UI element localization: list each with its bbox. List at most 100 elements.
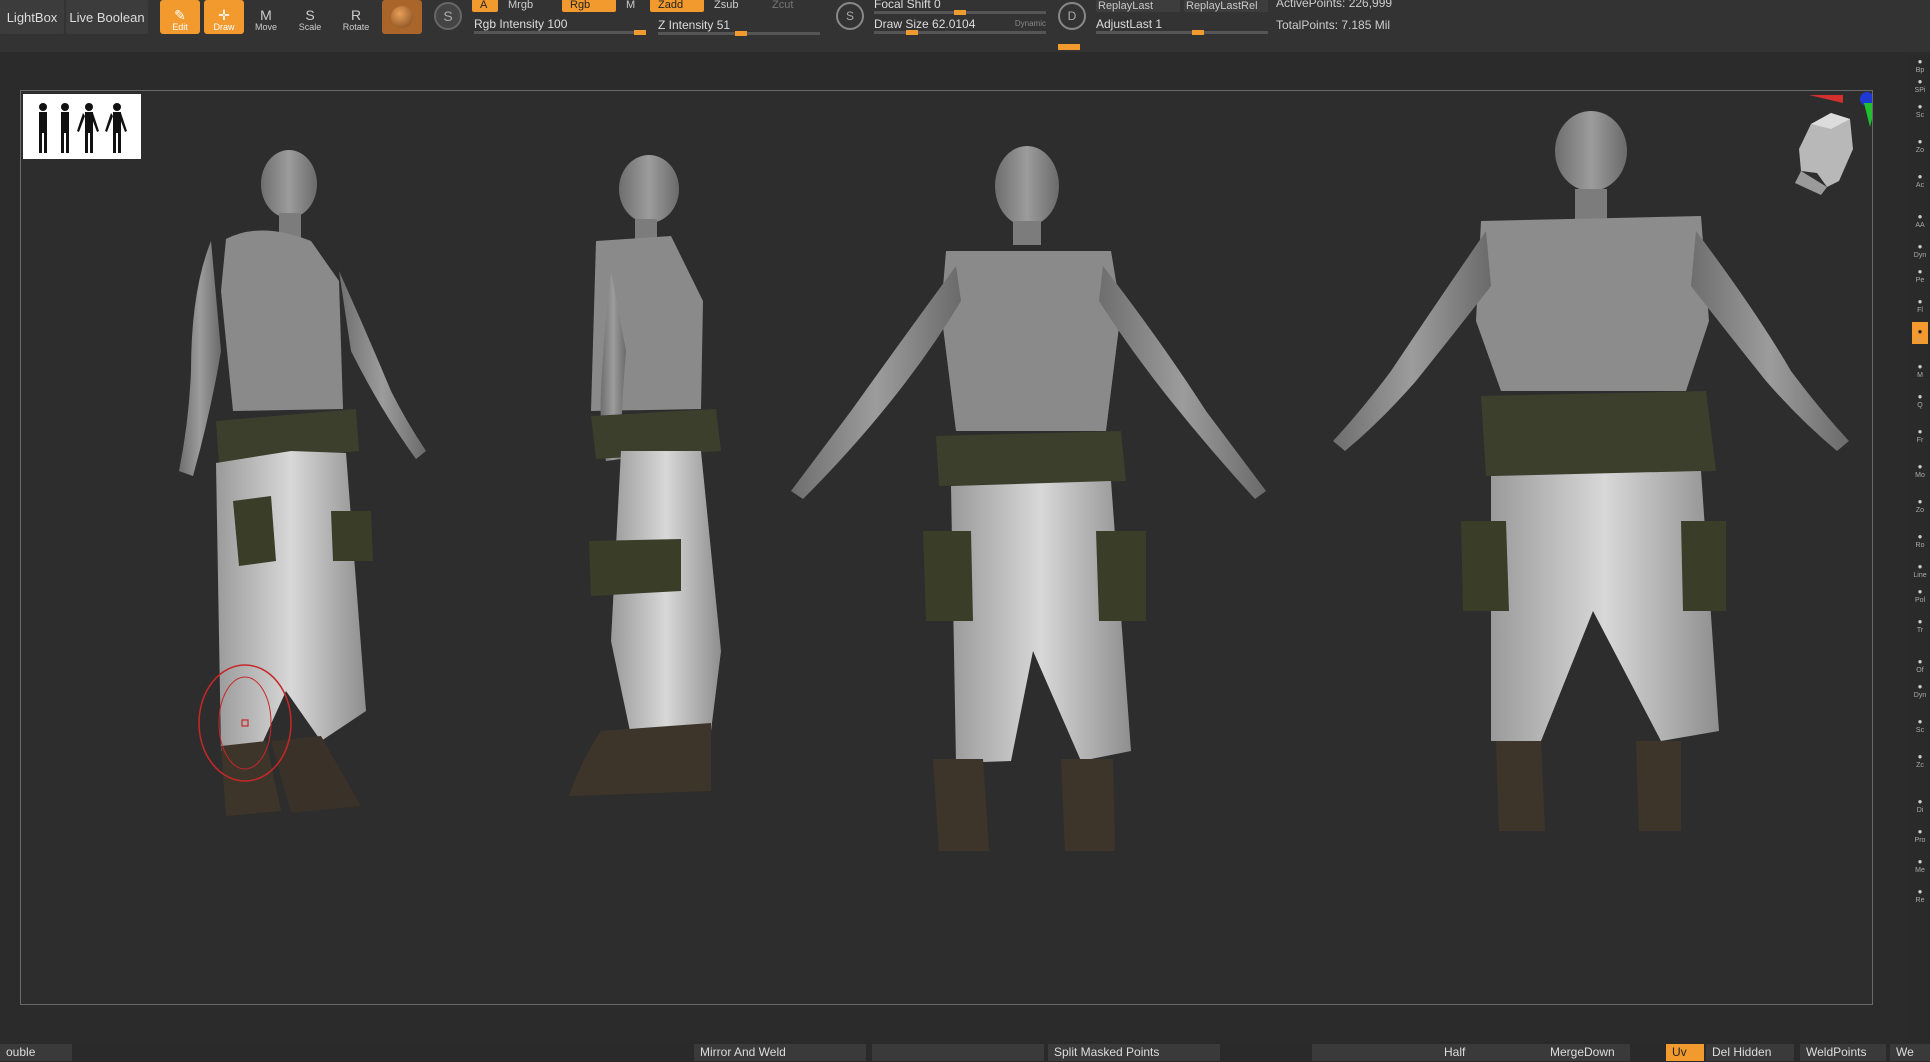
m-toggle[interactable]: M [618, 0, 644, 12]
focal-shift-slider[interactable]: Focal Shift 0 [874, 0, 1046, 15]
s-button[interactable]: S [836, 2, 864, 30]
mrgb-label: Mrgb [508, 0, 534, 11]
mrgb-toggle[interactable]: Mrgb [500, 0, 560, 12]
rail-icon: ● [1917, 427, 1923, 436]
rail-item[interactable]: ● Pe [1912, 262, 1928, 284]
rail-item[interactable]: ● Line [1912, 557, 1928, 579]
rgb-toggle[interactable]: Rgb [562, 0, 616, 12]
draw-size-thumb[interactable] [906, 30, 918, 35]
bottom-button[interactable]: Half [1438, 1044, 1544, 1061]
zcut-label: Zcut [772, 0, 794, 11]
rail-icon: ● [1917, 297, 1923, 306]
rail-item[interactable]: ● Zc [1912, 747, 1928, 769]
rotate-button[interactable]: R Rotate [338, 0, 374, 34]
a-toggle[interactable]: A [472, 0, 498, 12]
rail-icon: ● [1917, 887, 1923, 896]
rail-item[interactable]: ● Bp [1912, 52, 1928, 74]
stroke-icon[interactable]: S [434, 2, 462, 30]
focal-shift-label: Focal Shift 0 [874, 0, 941, 11]
right-shelf: ● Bp ● SPi ● Sc ● Zo ● Ac ● AA ● Dyn ● Pe ● Fl ● L ● M ● Q ● Fr ● M… [1908, 52, 1930, 1042]
bottom-button[interactable]: Uv [1666, 1044, 1704, 1061]
s-icon: S [845, 9, 854, 23]
rail-item[interactable]: ● SPi [1912, 72, 1928, 94]
edit-button[interactable]: ✎ Edit [160, 0, 200, 34]
rail-item[interactable]: ● Q [1912, 387, 1928, 409]
zcut-toggle[interactable]: Zcut [764, 0, 820, 12]
viewport-canvas[interactable] [20, 90, 1873, 1005]
scale-icon: S [305, 7, 315, 23]
model-render [23, 92, 1873, 851]
rail-icon: ● [1917, 682, 1923, 691]
bottom-button[interactable] [1312, 1044, 1438, 1061]
rail-item[interactable]: ● Tr [1912, 612, 1928, 634]
zsub-toggle[interactable]: Zsub [706, 0, 762, 12]
rail-item[interactable]: ● M [1912, 357, 1928, 379]
rail-icon: ● [1917, 562, 1923, 571]
zadd-label: Zadd [658, 0, 684, 11]
rail-item[interactable]: ● Ac [1912, 167, 1928, 189]
navigation-gizmo[interactable] [1795, 92, 1873, 195]
adjust-last-thumb[interactable] [1192, 30, 1204, 35]
bottom-button[interactable]: Mirror And Weld [694, 1044, 866, 1061]
material-sphere-icon [391, 6, 413, 28]
figure-three-quarter [179, 150, 426, 816]
rail-icon: ● [1917, 392, 1923, 401]
rail-item[interactable]: ● Dyn [1912, 237, 1928, 259]
rgb-intensity-label: Rgb Intensity 100 [474, 17, 568, 31]
rail-item[interactable]: ● Di [1912, 792, 1928, 814]
rail-item[interactable]: ● Sc [1912, 712, 1928, 734]
bottom-button[interactable] [872, 1044, 1044, 1061]
rail-item[interactable]: ● Sc [1912, 97, 1928, 119]
rail-item-label: Dyn [1913, 252, 1927, 259]
move-label: Move [254, 22, 277, 32]
replay-last-label: ReplayLast [1098, 0, 1154, 12]
rail-item[interactable]: ● Pol [1912, 582, 1928, 604]
bottom-bar: ouble Mirror And Weld Split Masked Points H… [0, 1042, 1930, 1062]
zadd-toggle[interactable]: Zadd [650, 0, 704, 12]
rail-item[interactable]: ● Dyn [1912, 677, 1928, 699]
rail-item-label: Fr [1916, 437, 1924, 444]
rail-item[interactable]: ● Fr [1912, 422, 1928, 444]
rail-item[interactable]: ● Re [1912, 882, 1928, 904]
bottom-button[interactable]: WeldPoints [1800, 1044, 1886, 1061]
d-button[interactable]: D [1058, 2, 1086, 30]
rail-item-label: Pe [1915, 277, 1925, 284]
rail-item[interactable]: ● Ro [1912, 527, 1928, 549]
a-label: A [480, 0, 488, 11]
replay-last-rel-button[interactable]: ReplayLastRel [1184, 0, 1268, 12]
draw-button[interactable]: ✛ Draw [204, 0, 244, 34]
rail-item[interactable]: ● Pro [1912, 822, 1928, 844]
z-intensity-thumb[interactable] [734, 31, 747, 36]
rail-item[interactable]: ● Zo [1912, 132, 1928, 154]
total-points: TotalPoints: 7.185 Mil [1276, 18, 1391, 32]
rail-item-label: Zo [1915, 147, 1925, 154]
rail-item[interactable]: ● Zo [1912, 492, 1928, 514]
bottom-button[interactable]: MergeDown [1544, 1044, 1630, 1061]
scale-label: Scale [298, 22, 322, 32]
bottom-button[interactable]: Del Hidden [1706, 1044, 1794, 1061]
material-button[interactable] [382, 0, 422, 34]
lightbox-button[interactable]: LightBox [0, 0, 64, 34]
rgb-intensity-slider[interactable]: Rgb Intensity 100 [474, 14, 646, 35]
replay-last-button[interactable]: ReplayLast [1096, 0, 1180, 12]
rail-item[interactable]: ● Of [1912, 652, 1928, 674]
rail-item[interactable]: ● L [1912, 322, 1928, 344]
bottom-button[interactable]: We [1890, 1044, 1930, 1061]
rail-item[interactable]: ● AA [1912, 207, 1928, 229]
scale-button[interactable]: S Scale [292, 0, 328, 34]
live-boolean-button[interactable]: Live Boolean [66, 0, 148, 34]
rail-item[interactable]: ● Fl [1912, 292, 1928, 314]
draw-label: Draw [213, 22, 235, 32]
rgb-intensity-thumb[interactable] [634, 30, 646, 35]
rail-item[interactable]: ● Mo [1912, 457, 1928, 479]
rail-icon: ● [1917, 797, 1923, 806]
rail-item-label: Q [1917, 402, 1923, 409]
move-button[interactable]: M Move [248, 0, 284, 34]
adjust-last-slider[interactable]: AdjustLast 1 [1096, 14, 1268, 35]
rail-item-label: Sc [1915, 112, 1925, 119]
bottom-button[interactable]: Split Masked Points [1048, 1044, 1220, 1061]
draw-size-slider[interactable]: Draw Size 62.0104 Dynamic [874, 14, 1046, 35]
z-intensity-slider[interactable]: Z Intensity 51 [658, 15, 820, 36]
bottom-button[interactable]: ouble [0, 1044, 72, 1061]
rail-item[interactable]: ● Me [1912, 852, 1928, 874]
